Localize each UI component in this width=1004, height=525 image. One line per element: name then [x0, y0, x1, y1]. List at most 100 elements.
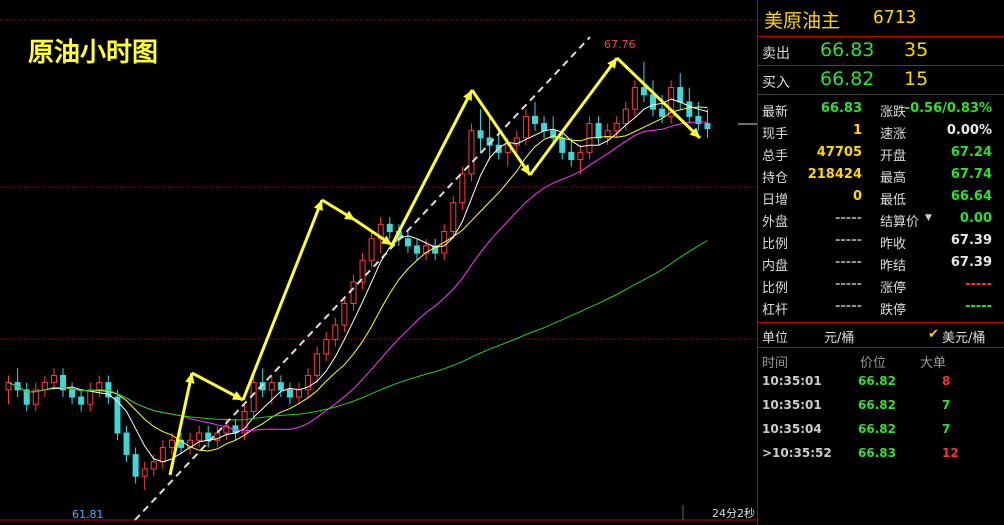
- candle-body: [559, 137, 566, 153]
- candle-body: [631, 87, 638, 110]
- trade-price: 66.83: [858, 446, 896, 460]
- candle-body: [659, 108, 666, 117]
- candle-body: [532, 115, 538, 125]
- trades-header: 时间 价位 大单: [758, 348, 1004, 371]
- ask-price: 66.83: [820, 39, 875, 61]
- trade-row[interactable]: 10:35:01 66.82 7: [758, 394, 1004, 418]
- chart-title: 原油小时图: [28, 38, 159, 68]
- candle-body: [414, 245, 420, 254]
- quote-field-value: -----: [965, 299, 992, 314]
- quote-field-label: 最高: [880, 171, 907, 186]
- quote-field-value: 67.74: [950, 167, 992, 182]
- candle-body: [296, 389, 302, 398]
- unit-usd[interactable]: 美元/桶: [942, 327, 985, 346]
- candle-body: [69, 389, 76, 398]
- dropdown-triangle-icon[interactable]: ▼: [925, 213, 932, 223]
- quote-field-label: 速涨: [880, 127, 907, 142]
- candle-body: [332, 324, 339, 340]
- quote-row: 外盘 ----- 结算价 0.00 ▼: [758, 208, 1004, 230]
- quote-field-value: 1: [852, 123, 862, 138]
- quote-field-value: -----: [835, 299, 862, 314]
- candle-body: [650, 94, 656, 110]
- trade-big-order: 7: [942, 422, 951, 436]
- candle-body: [477, 130, 484, 139]
- candle-body: [686, 101, 693, 117]
- price-chart[interactable]: 67.76 61.81 24分2秒: [0, 0, 757, 525]
- candle-body: [277, 382, 284, 391]
- candle-body: [704, 123, 711, 130]
- candle-body: [323, 338, 330, 355]
- candle-body: [41, 382, 48, 391]
- candle-body: [568, 151, 575, 161]
- quote-row: 杠杆 ----- 跌停 -----: [758, 296, 1004, 318]
- quote-field-value: -----: [835, 233, 862, 248]
- trade-time: 10:35:01: [762, 398, 822, 412]
- candle-body: [350, 281, 357, 304]
- candle-body: [50, 374, 57, 384]
- candle-body: [522, 115, 529, 139]
- trade-row[interactable]: 10:35:04 66.82 7: [758, 418, 1004, 442]
- candle-body: [468, 130, 475, 175]
- bid-volume: 15: [904, 68, 929, 90]
- candle-body: [114, 396, 121, 434]
- quote-header: 美原油主 6713: [758, 0, 1004, 37]
- trade-big-order: 7: [942, 398, 951, 412]
- candle-body: [132, 454, 139, 477]
- trade-row[interactable]: >10:35:52 66.83 12: [758, 442, 1004, 466]
- high-price-label: 67.76: [604, 38, 636, 51]
- trades-header-price: 价位: [860, 356, 887, 371]
- candle-body: [368, 238, 375, 261]
- quote-field-value: 0.00%: [946, 123, 992, 138]
- trade-price: 66.82: [858, 374, 896, 388]
- instrument-code: 6713: [873, 7, 917, 28]
- quote-row: 现手 1 速涨 0.00%: [758, 120, 1004, 142]
- quote-row: 内盘 ----- 昨结 67.39: [758, 252, 1004, 274]
- candle-body: [314, 353, 321, 376]
- bid-row[interactable]: 买入 66.82 15: [758, 66, 1004, 95]
- quote-field-label: 最新: [762, 105, 789, 120]
- quote-field-label: 最低: [880, 193, 907, 208]
- quote-fields: 最新 66.83 涨跌 -0.56/0.83% 现手 1 速涨 0.00% 总手 47705 开盘 6…: [758, 95, 1004, 318]
- quote-field-value: -----: [835, 277, 862, 292]
- trade-time: >10:35:52: [762, 446, 832, 460]
- candle-body: [196, 432, 203, 441]
- quote-field-value: -----: [835, 211, 862, 226]
- trade-row[interactable]: 10:35:01 66.82 8: [758, 370, 1004, 394]
- trade-time: 10:35:04: [762, 422, 822, 436]
- candle-body: [640, 87, 647, 96]
- trade-price: 66.82: [858, 422, 896, 436]
- ask-row[interactable]: 卖出 66.83 35: [758, 37, 1004, 66]
- candle-body: [577, 151, 584, 161]
- quote-row: 总手 47705 开盘 67.24: [758, 142, 1004, 164]
- ask-label: 卖出: [762, 46, 790, 62]
- candle-body: [141, 468, 148, 477]
- quote-field-value: 0: [852, 189, 862, 204]
- candle-body: [150, 461, 157, 470]
- candle-body: [168, 439, 175, 448]
- trade-price: 66.82: [858, 398, 896, 412]
- quote-field-label: 日增: [762, 193, 789, 208]
- quote-row: 日增 0 最低 66.64: [758, 186, 1004, 208]
- unit-row: 单位 元/桶 ✔ 美元/桶: [758, 322, 1004, 348]
- candle-body: [613, 123, 620, 132]
- quote-row: 持仓 218424 最高 67.74: [758, 164, 1004, 186]
- trades-list[interactable]: 10:35:01 66.82 8 10:35:01 66.82 7 10:35:04 66.8…: [758, 370, 1004, 466]
- candle-body: [159, 446, 166, 463]
- quote-field-value: -0.56/0.83%: [904, 101, 992, 116]
- unit-label: 单位: [762, 331, 789, 346]
- unit-cny[interactable]: 元/桶: [824, 327, 854, 346]
- candle-body: [359, 259, 366, 283]
- candle-body: [78, 396, 85, 405]
- candle-body: [695, 115, 702, 125]
- candle-body: [677, 87, 684, 103]
- quote-field-label: 结算价: [880, 215, 920, 230]
- bid-label: 买入: [762, 75, 790, 91]
- quote-field-value: 67.39: [950, 233, 992, 248]
- quote-field-value: -----: [835, 255, 862, 270]
- candle-body: [595, 123, 602, 139]
- ask-volume: 35: [904, 39, 929, 61]
- quote-field-value: 0.00: [959, 211, 992, 226]
- quote-field-value: 67.24: [950, 145, 992, 160]
- quote-field-value: -----: [965, 277, 992, 292]
- bid-price: 66.82: [820, 68, 875, 90]
